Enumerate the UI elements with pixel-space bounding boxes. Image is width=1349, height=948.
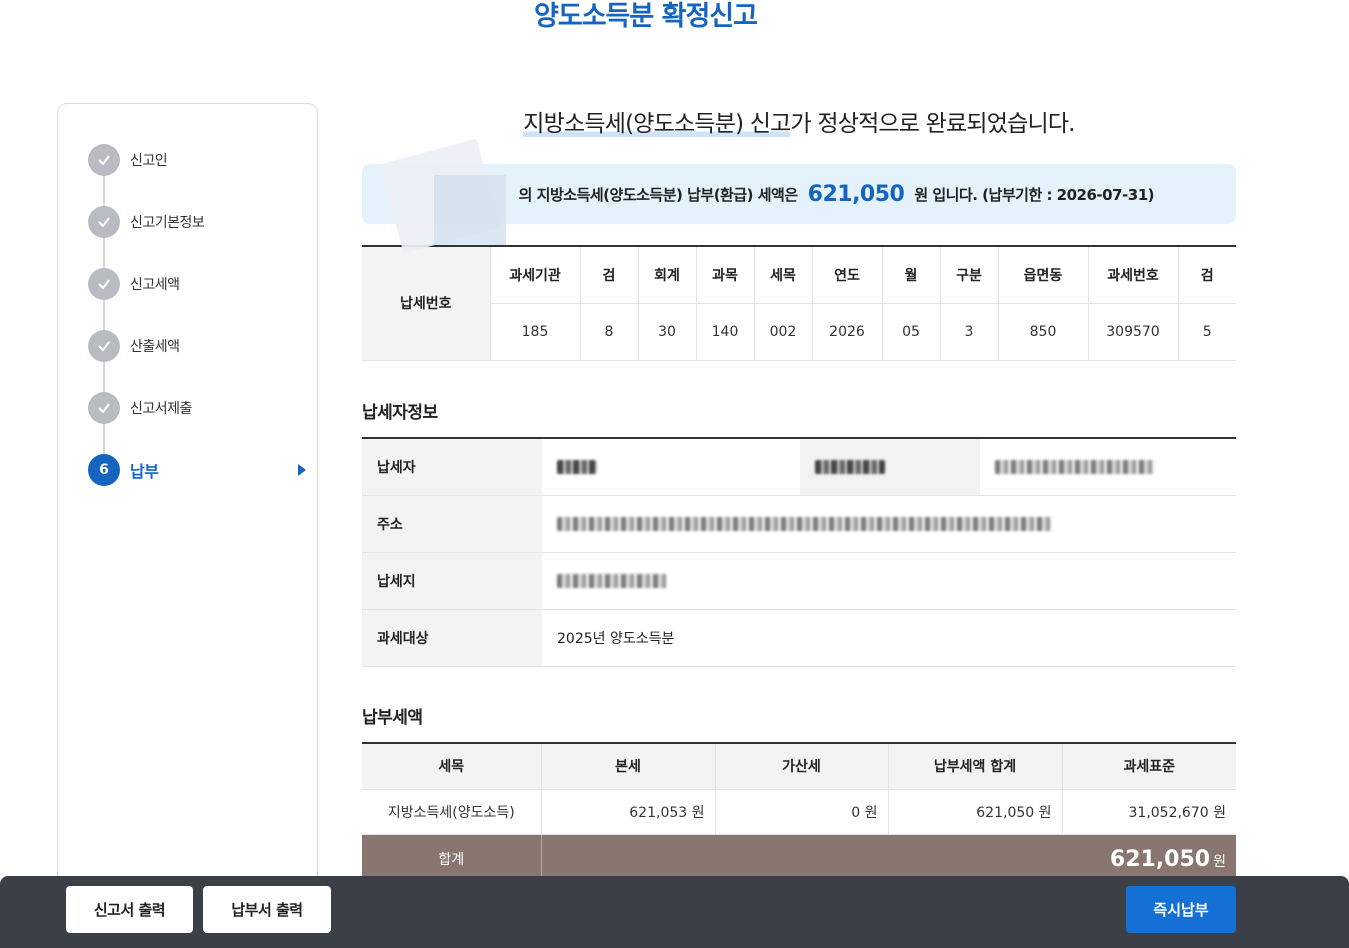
- col-header: 과세번호: [1087, 246, 1178, 304]
- check-icon: [88, 268, 120, 300]
- step-label: 납부: [130, 462, 159, 481]
- tax-number-cell: 140: [695, 303, 754, 361]
- step-label: 신고인: [130, 153, 168, 169]
- tax-number-cell: 002: [753, 303, 812, 361]
- triangle-right-icon: [298, 464, 306, 476]
- redacted-text: [557, 516, 1052, 531]
- taxpayer-id-value: [980, 438, 1236, 496]
- col-header: 검: [1177, 246, 1236, 304]
- bottom-action-bar: 신고서 출력 납부서 출력 즉시납부: [0, 876, 1349, 948]
- taxpayer-info-table: 납세자 주소 납세지 과세대상 2025년 양도소득분: [362, 437, 1236, 667]
- completion-rest: 가 정상적으로 완료되었습니다.: [790, 111, 1075, 137]
- step-sidebar: 신고인 신고기본정보 신고세액 산출세액 신고서제출 6 납부: [57, 103, 318, 948]
- notice-amount: 621,050: [807, 181, 905, 207]
- col-header: 읍면동: [997, 246, 1088, 304]
- col-header: 연도: [811, 246, 882, 304]
- step-declarant[interactable]: 신고인: [88, 144, 308, 176]
- penalty-tax-cell: 0 원: [714, 789, 888, 835]
- print-report-button[interactable]: 신고서 출력: [66, 886, 193, 933]
- step-label: 신고세액: [130, 277, 180, 293]
- col-header: 구분: [939, 246, 998, 304]
- print-payment-slip-button[interactable]: 납부서 출력: [203, 886, 331, 933]
- check-icon: [88, 392, 120, 424]
- col-header: 세목: [362, 743, 541, 790]
- taxpayer-id-label: [800, 438, 980, 496]
- col-header: 검: [579, 246, 638, 304]
- col-header: 과목: [695, 246, 754, 304]
- tax-number-cell: 185: [489, 303, 580, 361]
- redacted-text: [995, 459, 1155, 474]
- step-submit[interactable]: 신고서제출: [88, 392, 308, 424]
- step-label: 산출세액: [130, 339, 180, 355]
- step-label: 신고기본정보: [130, 215, 205, 231]
- payment-total-cell: 621,050 원: [887, 789, 1062, 835]
- tax-location-label: 납세지: [362, 552, 542, 610]
- total-unit: 원: [1213, 853, 1226, 870]
- step-payment[interactable]: 6 납부: [88, 454, 308, 486]
- redacted-text: [557, 573, 667, 588]
- step-calculated-tax[interactable]: 산출세액: [88, 330, 308, 362]
- tax-number-table: 납세번호 과세기관 검 회계 과목 세목 연도 월 구분 읍면동 과세번호 검 …: [362, 245, 1236, 361]
- payment-amount-table: 세목 본세 가산세 납부세액 합계 과세표준 지방소득세(양도소득) 621,0…: [362, 742, 1236, 884]
- col-header: 세목: [753, 246, 812, 304]
- col-header: 본세: [540, 743, 715, 790]
- address-value: [542, 495, 1236, 553]
- principal-tax-cell: 621,053 원: [540, 789, 715, 835]
- tax-target-label: 과세대상: [362, 609, 542, 667]
- tax-number-cell: 2026: [811, 303, 882, 361]
- table-row: 지방소득세(양도소득) 621,053 원 0 원 621,050 원 31,0…: [362, 789, 1236, 835]
- notice-prefix: 의 지방소득세(양도소득분) 납부(환급) 세액은: [518, 185, 799, 204]
- total-amount: 621,050: [1109, 846, 1211, 872]
- step-basic-info[interactable]: 신고기본정보: [88, 206, 308, 238]
- col-header: 납부세액 합계: [887, 743, 1062, 790]
- check-icon: [88, 206, 120, 238]
- redacted-text: [815, 459, 885, 474]
- step-number: 6: [88, 454, 120, 486]
- redacted-text: [557, 459, 597, 474]
- completion-highlight: 지방소득세(양도소득분) 신고: [523, 111, 791, 137]
- tax-number-cell: 3: [939, 303, 998, 361]
- step-declared-tax[interactable]: 신고세액: [88, 268, 308, 300]
- completion-message: 지방소득세(양도소득분) 신고가 정상적으로 완료되었습니다.: [362, 104, 1236, 138]
- tax-number-cell: 8: [579, 303, 638, 361]
- col-header: 과세표준: [1061, 743, 1236, 790]
- tax-number-cell: 30: [637, 303, 696, 361]
- notice-suffix: 원 입니다. (납부기한 : 2026-07-31): [914, 185, 1154, 204]
- tax-target-value: 2025년 양도소득분: [542, 609, 1236, 667]
- check-icon: [88, 330, 120, 362]
- tax-number-cell: 850: [997, 303, 1088, 361]
- taxpayer-section-title: 납세자정보: [362, 403, 438, 423]
- check-icon: [88, 144, 120, 176]
- col-header: 월: [881, 246, 940, 304]
- address-label: 주소: [362, 495, 542, 553]
- tax-number-cell: 5: [1177, 303, 1236, 361]
- tax-number-cell: 05: [881, 303, 940, 361]
- decoration-paper: [434, 175, 506, 245]
- col-header: 가산세: [714, 743, 888, 790]
- tax-base-cell: 31,052,670 원: [1061, 789, 1236, 835]
- taxpayer-label: 납세자: [362, 438, 542, 496]
- col-header: 과세기관: [489, 246, 580, 304]
- page-title: 양도소득분 확정신고: [534, 1, 758, 32]
- tax-number-cell: 309570: [1087, 303, 1178, 361]
- col-header: 회계: [637, 246, 696, 304]
- tax-number-row-header: 납세번호: [362, 246, 491, 361]
- step-label: 신고서제출: [130, 401, 192, 417]
- pay-now-button[interactable]: 즉시납부: [1126, 886, 1236, 933]
- tax-location-value: [542, 552, 1236, 610]
- taxpayer-name-value: [542, 438, 800, 496]
- amount-section-title: 납부세액: [362, 708, 423, 728]
- tax-item-cell: 지방소득세(양도소득): [362, 789, 541, 835]
